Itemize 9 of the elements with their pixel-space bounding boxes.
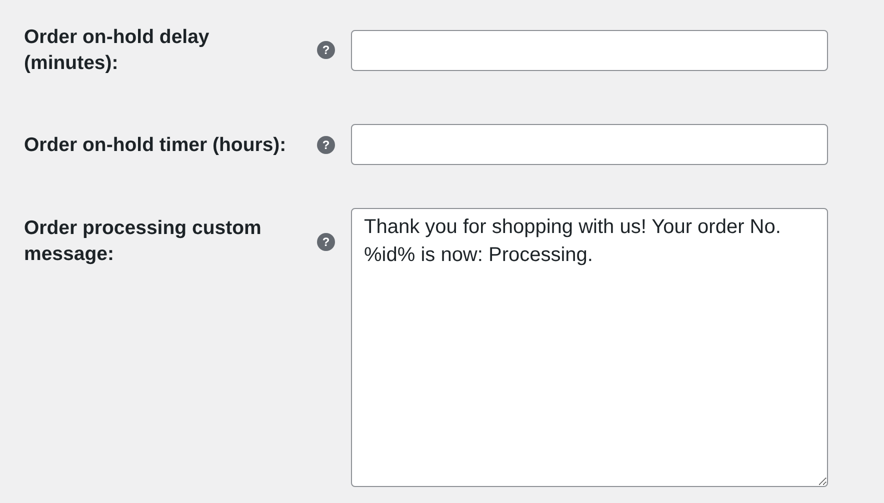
help-icon[interactable]: ? [317, 136, 335, 154]
field-label: Order on-hold delay (minutes): [24, 25, 210, 76]
field-label: Order on-hold timer (hours): [24, 132, 288, 158]
message-textarea[interactable]: Thank you for shopping with us! Your order No. %id% is now: Processing. [351, 208, 828, 487]
help-icon[interactable]: ? [317, 41, 335, 59]
input-field[interactable] [351, 124, 828, 165]
field-label: Order processing custom message: [24, 216, 262, 267]
help-icon[interactable]: ? [317, 233, 335, 251]
input-field[interactable] [351, 30, 828, 70]
